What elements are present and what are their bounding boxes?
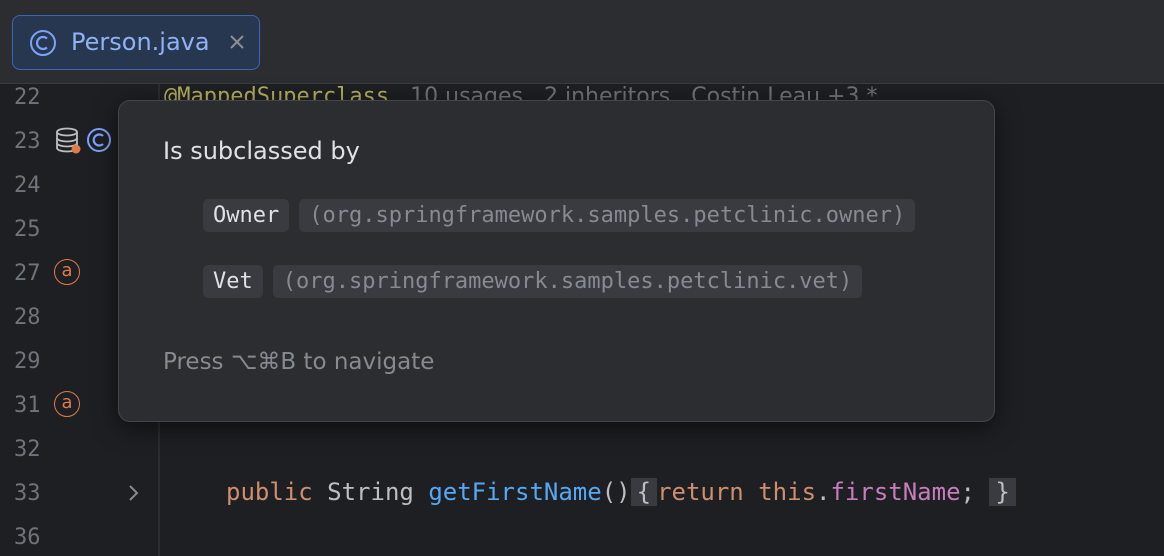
line-number: 22: [14, 85, 41, 110]
subclass-name[interactable]: Owner: [203, 199, 290, 232]
tab-label: Person.java: [71, 28, 210, 56]
database-icon[interactable]: [54, 126, 84, 156]
line-number: 23: [14, 129, 41, 154]
keyword-this: this: [758, 478, 817, 506]
annotation-icon[interactable]: a: [54, 259, 80, 285]
method-name: getFirstName: [428, 478, 602, 506]
popup-title: Is subclassed by: [163, 137, 360, 165]
field-name: firstName: [830, 478, 961, 506]
subclass-package[interactable]: (org.springframework.samples.petclinic.v…: [272, 265, 863, 298]
subclass-item[interactable]: Vet (org.springframework.samples.petclin…: [203, 265, 863, 298]
folded-close-brace[interactable]: }: [989, 478, 1016, 506]
semicolon: ;: [960, 478, 975, 506]
class-icon: [30, 30, 56, 56]
chevron-right-icon[interactable]: [124, 481, 144, 505]
subclass-package[interactable]: (org.springframework.samples.petclinic.o…: [299, 199, 916, 232]
annotation-icon[interactable]: a: [54, 391, 80, 417]
line-number: 25: [14, 217, 41, 242]
dot: .: [816, 478, 831, 506]
code-line[interactable]: public String getFirstName(){return this…: [226, 478, 1016, 506]
editor-tab-bar: Person.java: [0, 0, 1164, 84]
class-icon[interactable]: [86, 127, 114, 155]
subclasses-popup: Is subclassed by Owner (org.springframew…: [118, 100, 995, 422]
line-number: 36: [14, 525, 41, 550]
parens: (): [601, 478, 631, 506]
keyword-return: return: [657, 478, 744, 506]
navigate-hint: Press ⌥⌘B to navigate: [163, 349, 435, 375]
keyword-public: public: [226, 478, 313, 506]
line-number: 28: [14, 305, 41, 330]
line-number: 31: [14, 393, 41, 418]
line-number: 27: [14, 261, 41, 286]
folded-open-brace[interactable]: {: [630, 478, 658, 506]
subclass-item[interactable]: Owner (org.springframework.samples.petcl…: [203, 199, 916, 232]
tab-person-java[interactable]: Person.java: [12, 15, 260, 70]
line-number: 29: [14, 349, 41, 374]
close-icon[interactable]: [225, 30, 249, 54]
line-number: 32: [14, 437, 41, 462]
subclass-name[interactable]: Vet: [203, 265, 263, 298]
line-number: 24: [14, 173, 41, 198]
type-string: String: [327, 478, 414, 506]
line-number: 33: [14, 481, 41, 506]
